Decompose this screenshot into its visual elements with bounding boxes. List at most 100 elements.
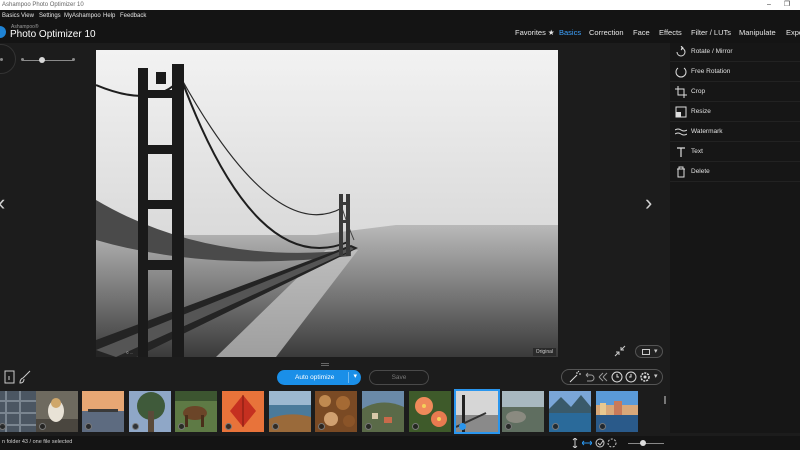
thumb-flowers[interactable] bbox=[409, 391, 451, 432]
zoom-slider-track[interactable] bbox=[22, 60, 74, 61]
tool-label: Watermark bbox=[691, 128, 723, 135]
menu-settings[interactable]: Settings bbox=[39, 10, 61, 23]
thumb-red-leaf[interactable] bbox=[222, 391, 264, 432]
auto-optimize-dropdown-icon[interactable]: ▾ bbox=[353, 372, 357, 380]
maximize-button[interactable]: ❐ bbox=[778, 0, 796, 10]
minimize-button[interactable]: – bbox=[760, 0, 778, 10]
thumb-checkbox[interactable] bbox=[85, 423, 92, 430]
thumbnail-scrollbar[interactable] bbox=[664, 396, 666, 404]
text-icon bbox=[677, 147, 685, 157]
app-title: Photo Optimizer 10 bbox=[10, 29, 96, 40]
window-title: Ashampoo Photo Optimizer 10 bbox=[2, 2, 84, 8]
status-text: n folder 43 / one file selected bbox=[2, 439, 73, 445]
zoom-dial[interactable] bbox=[0, 44, 16, 74]
undo-icon[interactable] bbox=[582, 370, 596, 384]
menu-basics[interactable]: Basics bbox=[2, 10, 20, 23]
tab-basics[interactable]: Basics bbox=[559, 28, 581, 37]
thumb-coast[interactable] bbox=[269, 391, 311, 432]
tool-delete[interactable]: Delete bbox=[670, 163, 800, 182]
panel-resize-handle[interactable] bbox=[321, 363, 329, 366]
tool-label: Crop bbox=[691, 88, 706, 95]
gear-icon[interactable] bbox=[638, 370, 652, 384]
thumb-cat[interactable] bbox=[36, 391, 78, 432]
tools-panel: Rotate / Mirror Free Rotation Crop Resiz… bbox=[670, 43, 800, 433]
thumb-checkbox[interactable] bbox=[318, 423, 325, 430]
main-photo[interactable]: © ... Original bbox=[96, 50, 558, 357]
thumb-horses[interactable] bbox=[175, 391, 217, 432]
thumb-checkbox[interactable] bbox=[505, 423, 512, 430]
thumb-nuts[interactable] bbox=[315, 391, 357, 432]
tool-rotate-mirror[interactable]: Rotate / Mirror bbox=[670, 43, 800, 62]
tab-filter-luts[interactable]: Filter / LUTs bbox=[691, 28, 731, 37]
menu-bar: Basics View Settings MyAshampoo Help Fee… bbox=[0, 10, 800, 23]
save-button[interactable]: Save bbox=[369, 370, 429, 385]
save-label: Save bbox=[391, 374, 407, 381]
tab-favorites[interactable]: Favorites ★ bbox=[515, 28, 555, 37]
tools-dropdown-icon[interactable]: ▾ bbox=[654, 372, 658, 380]
trash-icon bbox=[677, 166, 685, 178]
status-bar: n folder 43 / one file selected bbox=[0, 436, 800, 450]
tool-resize[interactable]: Resize bbox=[670, 103, 800, 122]
menu-myashampoo[interactable]: MyAshampoo bbox=[64, 10, 101, 23]
menu-feedback[interactable]: Feedback bbox=[120, 10, 146, 23]
thumb-checkbox[interactable] bbox=[178, 423, 185, 430]
fit-horizontal-icon[interactable] bbox=[582, 438, 592, 448]
original-badge[interactable]: Original bbox=[532, 348, 556, 356]
next-image-arrow-icon[interactable]: › bbox=[645, 192, 652, 214]
status-zoom-thumb[interactable] bbox=[640, 440, 646, 446]
thumb-checkbox[interactable] bbox=[132, 423, 139, 430]
view-mode-toggle[interactable]: ▾ bbox=[635, 345, 663, 358]
thumb-checkbox[interactable] bbox=[552, 423, 559, 430]
thumb-checkbox[interactable] bbox=[272, 423, 279, 430]
actual-size-icon[interactable] bbox=[595, 438, 605, 448]
rotate-right-icon[interactable] bbox=[624, 370, 638, 384]
auto-optimize-button[interactable]: Auto optimize ▾ bbox=[277, 370, 361, 385]
thumb-checkbox[interactable] bbox=[225, 423, 232, 430]
tab-face[interactable]: Face bbox=[633, 28, 650, 37]
thumb-1[interactable] bbox=[0, 391, 38, 432]
undo-all-icon[interactable] bbox=[596, 370, 610, 384]
tab-correction[interactable]: Correction bbox=[589, 28, 624, 37]
tab-export[interactable]: Expo bbox=[786, 28, 800, 37]
zoom-slider-thumb[interactable] bbox=[39, 57, 45, 63]
thumb-checkbox[interactable] bbox=[365, 423, 372, 430]
tool-text[interactable]: Text bbox=[670, 143, 800, 162]
rotate-icon bbox=[676, 46, 686, 57]
thumb-checkbox[interactable] bbox=[39, 423, 46, 430]
single-view-icon bbox=[642, 349, 650, 355]
tab-effects[interactable]: Effects bbox=[659, 28, 682, 37]
fit-vertical-icon[interactable] bbox=[570, 438, 580, 448]
menu-help[interactable]: Help bbox=[103, 10, 115, 23]
thumb-tree[interactable] bbox=[129, 391, 171, 432]
status-zoom-track[interactable] bbox=[628, 443, 664, 444]
thumb-rocks[interactable] bbox=[502, 391, 544, 432]
tool-watermark[interactable]: Watermark bbox=[670, 123, 800, 142]
brush-icon[interactable] bbox=[18, 370, 32, 384]
loading-spinner-icon bbox=[607, 438, 617, 448]
thumb-harbor[interactable] bbox=[596, 391, 638, 432]
auto-optimize-label: Auto optimize bbox=[295, 374, 335, 381]
previous-image-arrow-icon[interactable]: ‹ bbox=[0, 192, 5, 214]
tool-label: Free Rotation bbox=[691, 68, 731, 75]
thumb-checkbox[interactable] bbox=[412, 423, 419, 430]
tab-manipulate[interactable]: Manipulate bbox=[739, 28, 776, 37]
zoom-dial-dot bbox=[0, 58, 3, 61]
menu-view[interactable]: View bbox=[21, 10, 34, 23]
rotate-left-icon[interactable] bbox=[610, 370, 624, 384]
magic-wand-icon[interactable] bbox=[568, 370, 582, 384]
thumb-lake[interactable] bbox=[549, 391, 591, 432]
photo-watermark: © ... bbox=[126, 350, 134, 355]
tool-label: Resize bbox=[691, 108, 711, 115]
thumb-bridge[interactable] bbox=[454, 389, 500, 434]
resize-icon bbox=[675, 106, 687, 118]
watermark-icon bbox=[675, 128, 687, 136]
thumb-checkbox[interactable] bbox=[459, 423, 466, 430]
thumb-village[interactable] bbox=[362, 391, 404, 432]
thumb-checkbox[interactable] bbox=[599, 423, 606, 430]
info-file-icon[interactable] bbox=[3, 370, 17, 384]
tool-crop[interactable]: Crop bbox=[670, 83, 800, 102]
tool-free-rotation[interactable]: Free Rotation bbox=[670, 63, 800, 82]
thumb-sunset-pier[interactable] bbox=[82, 391, 124, 432]
collapse-icon[interactable] bbox=[613, 344, 627, 358]
ashampoo-logo-icon bbox=[0, 26, 6, 38]
